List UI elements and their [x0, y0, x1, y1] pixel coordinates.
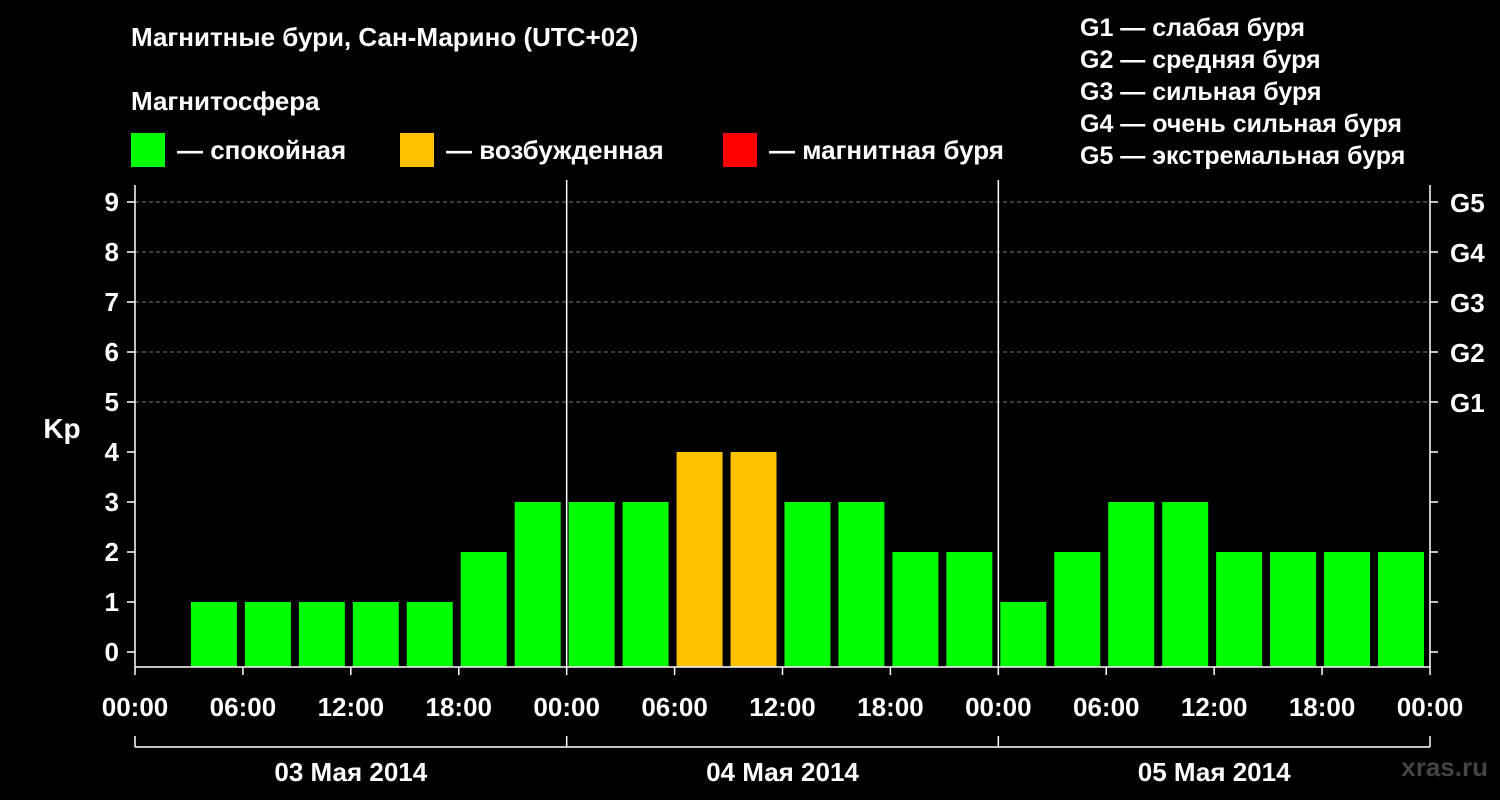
storm-level-axis-label: G1 — [1450, 388, 1485, 418]
x-tick-label: 18:00 — [426, 692, 493, 722]
storm-level-axis-label: G5 — [1450, 188, 1485, 218]
x-tick-label: 12:00 — [318, 692, 385, 722]
kp-bar — [1054, 552, 1101, 667]
y-tick-label: 3 — [105, 487, 119, 517]
y-tick-label: 7 — [105, 287, 119, 317]
y-tick-label: 0 — [105, 637, 119, 667]
kp-bar — [244, 602, 291, 667]
kp-bar — [784, 502, 831, 667]
x-tick-label: 00:00 — [102, 692, 169, 722]
x-tick-label: 00:00 — [533, 692, 600, 722]
kp-bar — [1162, 502, 1209, 667]
kp-bar — [676, 452, 723, 667]
kp-bar — [460, 552, 507, 667]
x-tick-label: 18:00 — [1289, 692, 1356, 722]
kp-bar — [1324, 552, 1371, 667]
y-tick-label: 5 — [105, 387, 119, 417]
kp-bar — [622, 502, 669, 667]
x-tick-label: 06:00 — [641, 692, 708, 722]
kp-bar — [298, 602, 345, 667]
y-tick-label: 2 — [105, 537, 119, 567]
x-tick-label: 12:00 — [1181, 692, 1248, 722]
watermark: xras.ru — [1401, 752, 1488, 782]
kp-bar — [1000, 602, 1047, 667]
y-tick-label: 1 — [105, 587, 119, 617]
x-tick-label: 06:00 — [1073, 692, 1140, 722]
kp-bar — [514, 502, 561, 667]
kp-bar — [1270, 552, 1317, 667]
x-tick-label: 12:00 — [749, 692, 816, 722]
kp-bar — [946, 552, 993, 667]
kp-bar — [1216, 552, 1263, 667]
x-tick-label: 00:00 — [965, 692, 1032, 722]
kp-bar — [892, 552, 939, 667]
y-tick-label: 9 — [105, 187, 119, 217]
kp-bar — [190, 602, 237, 667]
y-axis-label: Kp — [43, 413, 80, 444]
day-label: 03 Мая 2014 — [274, 757, 427, 787]
kp-bar — [568, 502, 615, 667]
storm-level-axis-label: G3 — [1450, 288, 1485, 318]
kp-bar — [406, 602, 453, 667]
y-tick-label: 6 — [105, 337, 119, 367]
kp-bar-chart: 0 1 2 3 4 5 6 7 8 9 G1 G2 G3 G4 G5 Kp 00:00 06:00 12:00 18:… — [43, 180, 1485, 787]
x-tick-label: 18:00 — [857, 692, 924, 722]
kp-bar — [352, 602, 399, 667]
kp-bar — [838, 502, 885, 667]
storm-level-axis-label: G4 — [1450, 238, 1485, 268]
y-tick-label: 4 — [105, 437, 120, 467]
kp-bar — [1378, 552, 1424, 667]
kp-bar — [1108, 502, 1155, 667]
y-tick-label: 8 — [105, 237, 119, 267]
kp-bar — [730, 452, 777, 667]
x-tick-label: 06:00 — [210, 692, 277, 722]
storm-level-axis-label: G2 — [1450, 338, 1485, 368]
day-label: 05 Мая 2014 — [1138, 757, 1291, 787]
x-tick-label: 00:00 — [1397, 692, 1464, 722]
day-label: 04 Мая 2014 — [706, 757, 859, 787]
